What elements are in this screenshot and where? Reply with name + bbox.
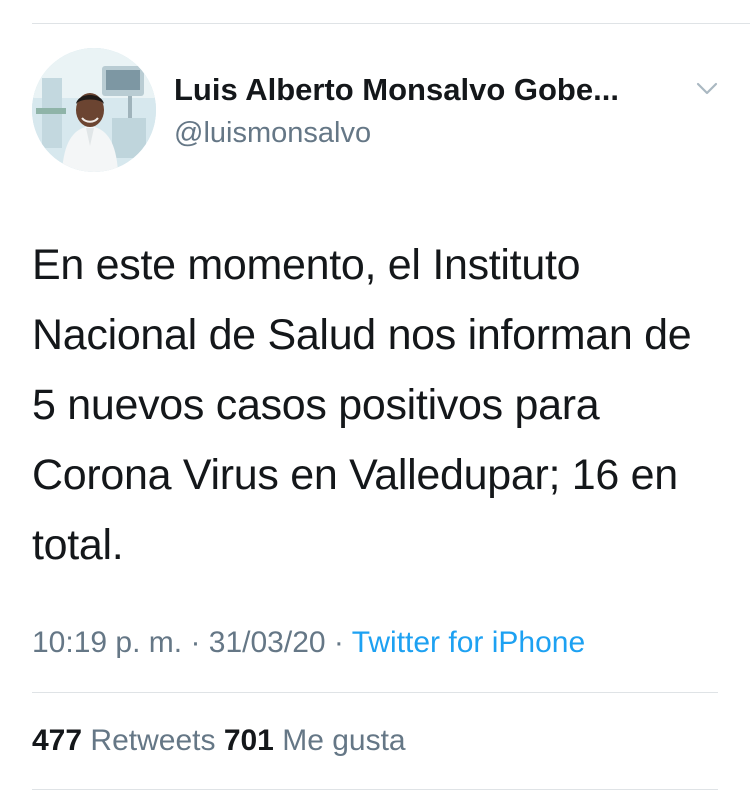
tweet-time: 10:19 p. m. <box>32 626 183 659</box>
author-handle[interactable]: @luismonsalvo <box>174 113 694 153</box>
likes-label: Me gusta <box>282 724 406 757</box>
chevron-down-icon[interactable] <box>696 82 718 96</box>
retweets-label: Retweets <box>90 724 216 757</box>
tweet-source-link[interactable]: Twitter for iPhone <box>352 626 585 659</box>
stats-divider-top <box>32 692 718 693</box>
top-divider <box>32 23 750 24</box>
tweet-stats: 477 Retweets 701 Me gusta <box>32 720 406 762</box>
likes-stat[interactable]: 701 Me gusta <box>224 724 406 757</box>
likes-count: 701 <box>223 724 274 757</box>
tweet-text: En este momento, el Instituto Nacional d… <box>32 241 692 569</box>
retweets-stat[interactable]: 477 Retweets <box>32 724 224 757</box>
meta-separator: · <box>190 626 201 659</box>
tweet-date: 31/03/20 <box>208 626 326 659</box>
tweet-meta: 10:19 p. m. · 31/03/20 · Twitter for iPh… <box>32 622 585 664</box>
author-display-name[interactable]: Luis Alberto Monsalvo Gobe... <box>174 70 694 110</box>
stats-divider-bottom <box>32 789 718 790</box>
avatar-photo <box>32 48 156 172</box>
meta-separator: · <box>333 626 344 659</box>
tweet-author[interactable]: Luis Alberto Monsalvo Gobe... @luismonsa… <box>174 70 694 153</box>
avatar[interactable] <box>32 48 156 172</box>
retweets-count: 477 <box>32 724 83 757</box>
